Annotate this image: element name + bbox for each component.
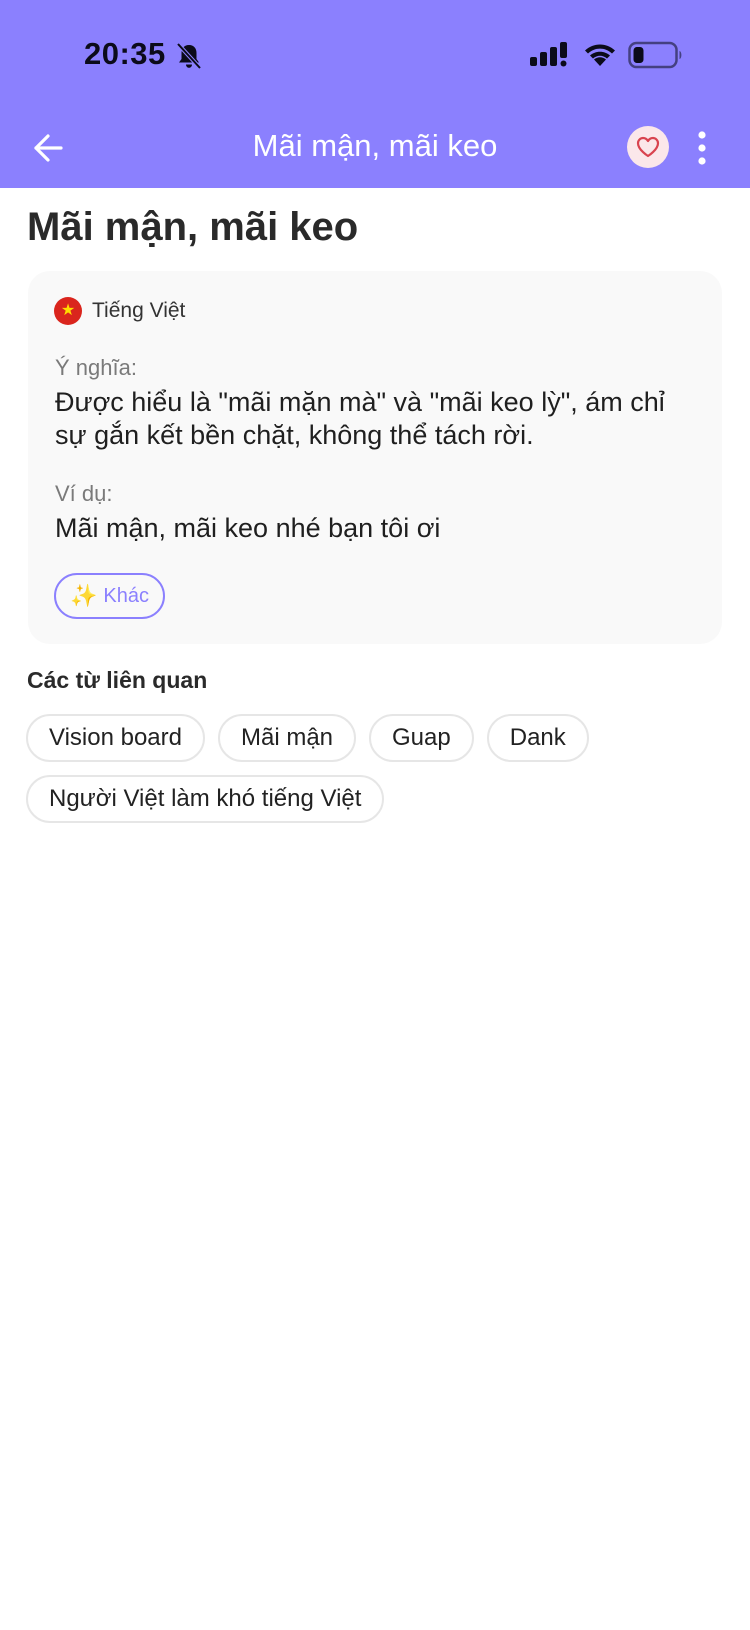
related-term-chip[interactable]: Guap [369,714,474,762]
more-options-button[interactable] [690,126,714,170]
favorite-button[interactable] [627,126,669,168]
bell-off-icon [176,42,202,70]
term-title: Mãi mận, mãi keo [27,205,359,249]
wifi-icon [585,44,615,66]
language-label: Tiếng Việt [92,299,186,322]
definition-card: ★ Tiếng Việt Ý nghĩa: Được hiểu là "mãi … [28,271,722,644]
related-term-chip[interactable]: Người Việt làm khó tiếng Việt [26,775,385,823]
status-bar: 20:35 [0,0,750,110]
related-terms-title: Các từ liên quan [27,667,208,693]
example-text: Mãi mận, mãi keo nhé bạn tôi ơi [55,513,441,543]
related-term-chip[interactable]: Vision board [26,714,205,762]
back-button[interactable] [28,128,68,168]
arrow-left-icon [34,134,63,162]
vietnam-flag-icon: ★ [54,297,82,325]
header: 20:35 Mãi mận, mãi keo [0,0,750,188]
app-bar: Mãi mận, mãi keo [0,110,750,188]
language-row: ★ Tiếng Việt [54,297,185,325]
heart-icon [636,136,660,158]
meaning-text: Được hiểu là "mãi mặn mà" và "mãi keo lỳ… [55,387,665,450]
more-meanings-button[interactable]: ✨ Khác [54,573,165,619]
more-meanings-label: Khác [103,584,149,607]
cellular-signal-icon [530,42,567,67]
battery-icon [628,41,682,69]
status-time: 20:35 [84,36,166,71]
related-term-chip[interactable]: Dank [486,714,589,762]
sparkles-icon: ✨ [70,583,98,608]
meaning-label: Ý nghĩa: [55,355,137,380]
more-vertical-icon [698,131,706,165]
related-term-chip[interactable]: Mãi mận [217,714,357,762]
related-terms-list: Vision board Mãi mận Guap Dank Người Việ… [26,714,726,823]
example-label: Ví dụ: [55,481,113,506]
